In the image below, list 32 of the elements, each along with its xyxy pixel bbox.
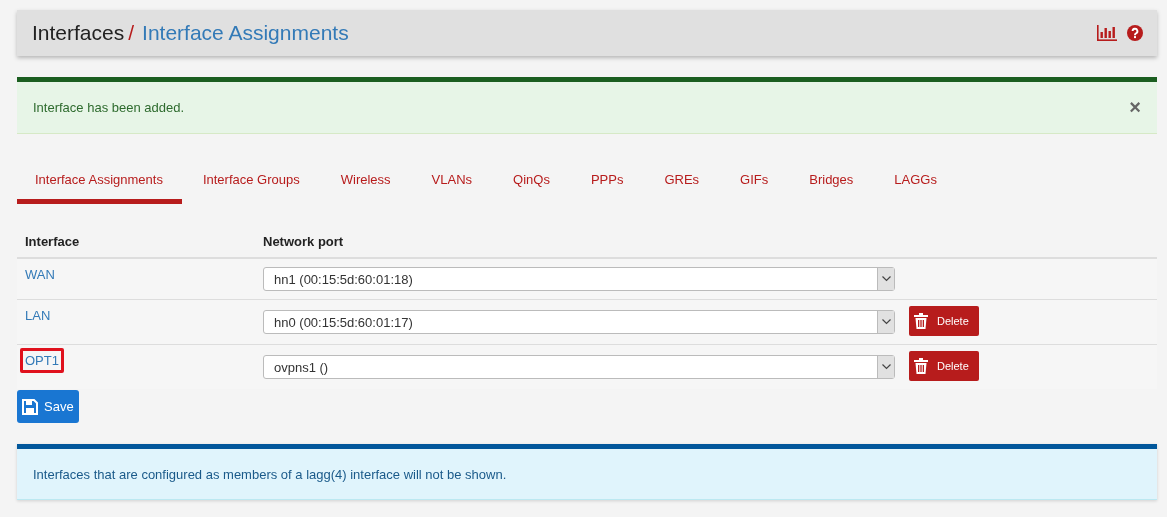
breadcrumb-link[interactable]: Interface Assignments [142, 21, 349, 45]
trash-icon [914, 358, 928, 374]
tab[interactable]: Bridges [788, 161, 874, 204]
info-message: Interfaces that are configured as members of a lagg(4) interface will not be shown. [33, 466, 507, 482]
tab[interactable]: GREs [643, 161, 720, 204]
breadcrumb-separator: / [128, 21, 135, 45]
port-dropdown[interactable]: hn0 (00:15:5d:60:01:17) [263, 310, 895, 334]
tab[interactable]: LAGGs [873, 161, 957, 204]
help-icon[interactable] [1127, 25, 1143, 41]
tab[interactable]: Interface Assignments [17, 161, 182, 204]
tab[interactable]: PPPs [569, 161, 644, 204]
tab[interactable]: Wireless [319, 161, 411, 204]
bar-chart-icon[interactable] [1097, 25, 1117, 41]
tab[interactable]: GIFs [719, 161, 789, 204]
delete-button[interactable]: Delete [909, 351, 979, 381]
trash-icon [914, 313, 928, 329]
interface-link[interactable]: OPT1 [20, 348, 64, 373]
close-button[interactable]: × [1129, 96, 1141, 119]
breadcrumb-parent: Interfaces [32, 21, 125, 45]
chevron-down-icon [881, 364, 891, 370]
port-dropdown[interactable]: hn1 (00:15:5d:60:01:18) [263, 267, 895, 291]
delete-button[interactable]: Delete [909, 306, 979, 336]
tab[interactable]: VLANs [410, 161, 493, 204]
chevron-down-icon [881, 319, 891, 325]
tab[interactable]: Interface Groups [181, 161, 320, 204]
save-button[interactable]: Save [17, 390, 79, 423]
port-dropdown[interactable]: ovpns1 () [263, 355, 895, 379]
tab[interactable]: QinQs [492, 161, 570, 204]
alert-message: Interface has been added. [33, 100, 186, 115]
interface-link[interactable]: LAN [20, 303, 56, 328]
interface-link[interactable]: WAN [20, 262, 60, 287]
chevron-down-icon [881, 276, 891, 282]
